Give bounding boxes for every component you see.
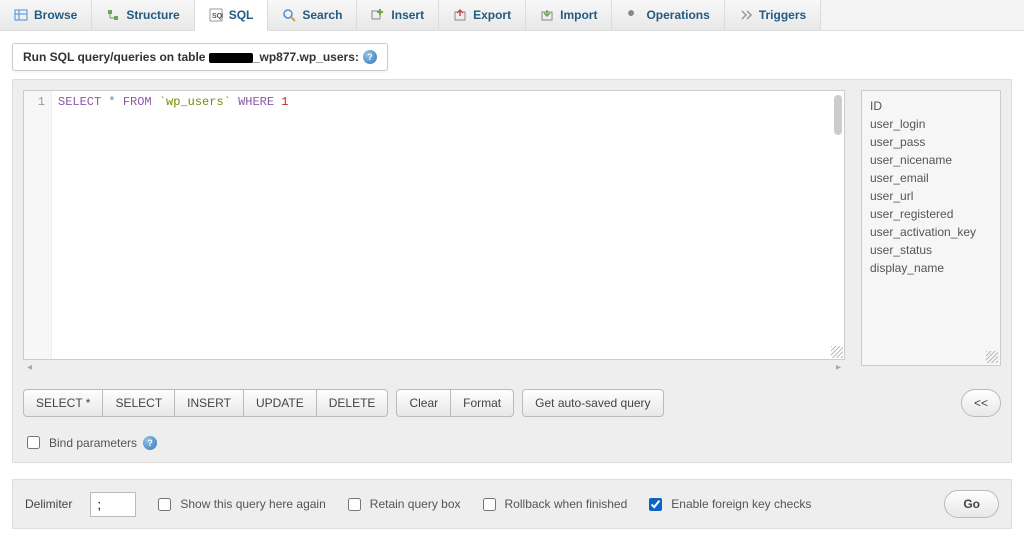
sql-code[interactable]: SELECT * FROM `wp_users` WHERE 1: [52, 91, 844, 359]
structure-icon: [106, 8, 120, 22]
insert-icon: [371, 8, 385, 22]
help-icon[interactable]: ?: [363, 50, 377, 64]
rollback-checkbox[interactable]: [483, 498, 496, 511]
tab-label: SQL: [229, 8, 254, 22]
bind-parameters-row: Bind parameters ?: [23, 433, 1001, 452]
resize-handle-icon[interactable]: [986, 351, 998, 363]
list-item[interactable]: user_activation_key: [870, 223, 992, 241]
tab-browse[interactable]: Browse: [0, 0, 92, 30]
footer-bar: Delimiter Show this query here again Ret…: [12, 479, 1012, 529]
select-button[interactable]: SELECT: [103, 389, 175, 417]
header-prefix: Run SQL query/queries on table: [23, 50, 209, 64]
tab-label: Search: [302, 8, 342, 22]
list-item[interactable]: display_name: [870, 259, 992, 277]
bind-parameters-label: Bind parameters: [49, 436, 137, 450]
show-query-again-checkbox[interactable]: [158, 498, 171, 511]
import-icon: [540, 8, 554, 22]
sql-editor[interactable]: 1 SELECT * FROM `wp_users` WHERE 1: [23, 90, 845, 360]
panel-body: 1 SELECT * FROM `wp_users` WHERE 1 ◂▸ ID…: [12, 79, 1012, 463]
retain-query-box-label: Retain query box: [370, 497, 461, 511]
tab-label: Insert: [391, 8, 424, 22]
tab-label: Browse: [34, 8, 77, 22]
delete-button[interactable]: DELETE: [317, 389, 389, 417]
tab-structure[interactable]: Structure: [92, 0, 194, 30]
collapse-columns-button[interactable]: <<: [961, 389, 1001, 417]
svg-text:SQL: SQL: [212, 13, 223, 20]
delimiter-input[interactable]: [90, 492, 136, 517]
tab-search[interactable]: Search: [268, 0, 357, 30]
resize-handle-icon[interactable]: [831, 346, 843, 358]
columns-list[interactable]: ID user_login user_pass user_nicename us…: [861, 90, 1001, 366]
query-template-buttons: SELECT * SELECT INSERT UPDATE DELETE: [23, 389, 388, 417]
triggers-icon: [739, 8, 753, 22]
tab-insert[interactable]: Insert: [357, 0, 439, 30]
show-query-again-label: Show this query here again: [180, 497, 325, 511]
tab-operations[interactable]: Operations: [612, 0, 724, 30]
list-item[interactable]: ID: [870, 97, 992, 115]
export-icon: [453, 8, 467, 22]
redacted-dbname: [209, 53, 253, 63]
tab-label: Triggers: [759, 8, 806, 22]
list-item[interactable]: user_status: [870, 241, 992, 259]
list-item[interactable]: user_nicename: [870, 151, 992, 169]
tab-label: Structure: [126, 8, 179, 22]
line-gutter: 1: [24, 91, 52, 359]
header-suffix: _wp877.wp_users:: [253, 50, 359, 64]
tab-sql[interactable]: SQL SQL: [195, 0, 269, 31]
sql-panel: Run SQL query/queries on table _wp877.wp…: [0, 31, 1024, 541]
tab-import[interactable]: Import: [526, 0, 612, 30]
scrollbar-horizontal[interactable]: ◂▸: [23, 360, 845, 375]
wrench-icon: [626, 8, 640, 22]
retain-query-box-checkbox[interactable]: [348, 498, 361, 511]
list-item[interactable]: user_email: [870, 169, 992, 187]
panel-header: Run SQL query/queries on table _wp877.wp…: [12, 43, 388, 71]
scrollbar-vertical[interactable]: [834, 95, 842, 135]
tab-label: Operations: [646, 8, 709, 22]
help-icon[interactable]: ?: [143, 436, 157, 450]
go-button[interactable]: Go: [944, 490, 999, 518]
list-item[interactable]: user_url: [870, 187, 992, 205]
list-item[interactable]: user_login: [870, 115, 992, 133]
rollback-label: Rollback when finished: [505, 497, 628, 511]
insert-button[interactable]: INSERT: [175, 389, 244, 417]
format-button[interactable]: Format: [451, 389, 514, 417]
table-icon: [14, 8, 28, 22]
bind-parameters-checkbox[interactable]: [27, 436, 40, 449]
editor-action-buttons: Clear Format: [396, 389, 514, 417]
autosave-button-group: Get auto-saved query: [522, 389, 663, 417]
delimiter-label: Delimiter: [25, 497, 72, 511]
tab-bar: Browse Structure SQL SQL Search Insert E…: [0, 0, 1024, 31]
tab-triggers[interactable]: Triggers: [725, 0, 821, 30]
clear-button[interactable]: Clear: [396, 389, 451, 417]
tab-label: Import: [560, 8, 597, 22]
update-button[interactable]: UPDATE: [244, 389, 317, 417]
sql-icon: SQL: [209, 8, 223, 22]
list-item[interactable]: user_pass: [870, 133, 992, 151]
foreign-key-checks-checkbox[interactable]: [649, 498, 662, 511]
select-star-button[interactable]: SELECT *: [23, 389, 103, 417]
foreign-key-checks-label: Enable foreign key checks: [671, 497, 811, 511]
tab-label: Export: [473, 8, 511, 22]
search-icon: [282, 8, 296, 22]
get-autosaved-button[interactable]: Get auto-saved query: [522, 389, 663, 417]
tab-export[interactable]: Export: [439, 0, 526, 30]
list-item[interactable]: user_registered: [870, 205, 992, 223]
